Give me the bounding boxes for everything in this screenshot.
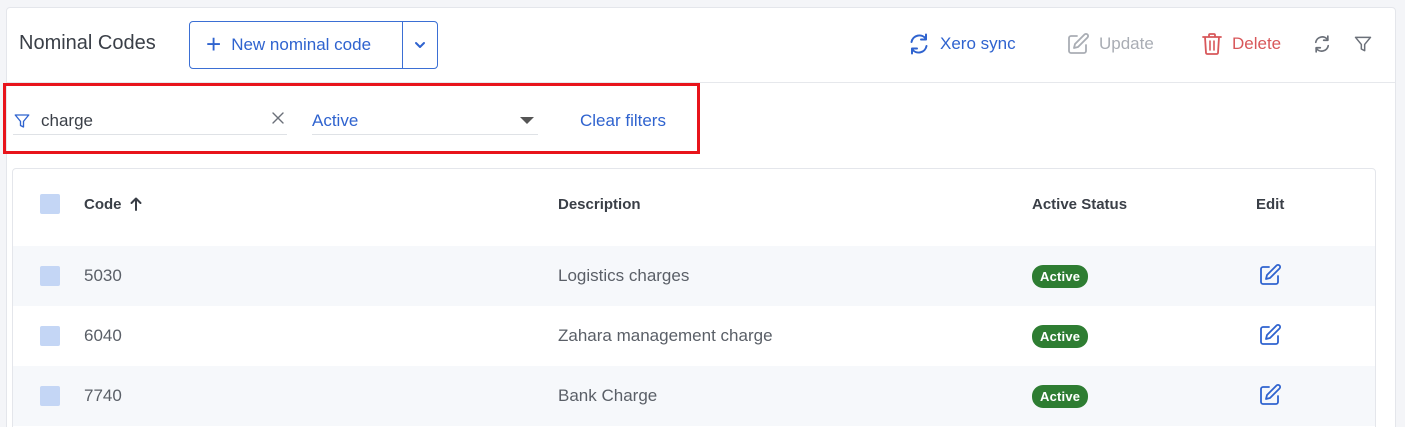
new-options-dropdown-button[interactable] [402, 22, 437, 68]
select-all-checkbox[interactable] [40, 194, 60, 214]
code-cell: 6040 [84, 326, 122, 345]
description-cell: Logistics charges [558, 266, 690, 285]
search-filter [13, 107, 287, 135]
column-header-edit: Edit [1256, 195, 1285, 213]
page-header: Nominal Codes + New nominal code Xero sy… [7, 8, 1395, 83]
edit-row-button[interactable] [1258, 383, 1282, 412]
new-nominal-code-split-button: + New nominal code [189, 21, 438, 69]
refresh-icon [1314, 35, 1330, 53]
nominal-codes-table: Code Description Active Status Edit 5030… [12, 168, 1376, 427]
status-badge-label: Active [1032, 264, 1089, 288]
status-badge: Active [1032, 264, 1089, 288]
chevron-down-icon [415, 42, 425, 48]
table-row[interactable]: 7740 Bank Charge Active [13, 366, 1375, 426]
clear-filters-link[interactable]: Clear filters [580, 111, 666, 131]
description-cell: Bank Charge [558, 386, 658, 405]
row-checkbox[interactable] [40, 386, 60, 406]
status-filter-select[interactable]: Active [312, 107, 538, 135]
status-badge-label: Active [1032, 384, 1089, 408]
row-checkbox[interactable] [40, 266, 60, 286]
code-cell: 7740 [84, 386, 122, 405]
description-cell: Zahara management charge [558, 326, 773, 345]
search-input[interactable] [41, 110, 261, 131]
sync-icon [910, 33, 928, 55]
update-label: Update [1099, 34, 1154, 53]
edit-icon [1260, 263, 1281, 285]
column-header-description[interactable]: Description [558, 196, 641, 213]
clear-search-button[interactable] [271, 111, 285, 130]
filter-icon [14, 113, 30, 128]
update-button[interactable]: Update [1066, 32, 1154, 56]
xero-sync-label: Xero sync [940, 34, 1016, 53]
table-header: Code Description Active Status Edit [13, 169, 1375, 239]
edit-row-button[interactable] [1258, 263, 1282, 292]
new-nominal-code-label: New nominal code [231, 35, 372, 54]
filter-icon [1354, 36, 1372, 52]
edit-icon [1068, 33, 1089, 54]
code-cell: 5030 [84, 266, 122, 285]
status-badge: Active [1032, 384, 1089, 408]
close-icon [272, 112, 284, 124]
caret-down-icon [520, 117, 534, 124]
trash-icon [1202, 33, 1222, 55]
page-title: Nominal Codes [19, 32, 156, 54]
arrow-up-icon [130, 197, 141, 211]
column-header-code-label: Code [84, 195, 122, 213]
table-row[interactable]: 5030 Logistics charges Active [13, 246, 1375, 306]
status-badge-label: Active [1032, 324, 1089, 348]
status-badge: Active [1032, 324, 1089, 348]
delete-button[interactable]: Delete [1201, 32, 1281, 56]
edit-icon [1260, 383, 1281, 405]
delete-label: Delete [1232, 34, 1282, 53]
xero-sync-button[interactable]: Xero sync [907, 32, 1016, 56]
edit-row-button[interactable] [1258, 323, 1282, 352]
row-checkbox[interactable] [40, 326, 60, 346]
refresh-button[interactable] [1312, 34, 1332, 59]
new-nominal-code-button[interactable]: + New nominal code [190, 22, 402, 68]
plus-icon: + [206, 29, 222, 59]
toggle-filters-button[interactable] [1353, 34, 1373, 59]
column-header-code[interactable]: Code [84, 196, 142, 213]
status-filter-value: Active [312, 110, 359, 130]
table-row[interactable]: 6040 Zahara management charge Active [13, 306, 1375, 366]
edit-icon [1260, 323, 1281, 345]
column-header-active-status[interactable]: Active Status [1032, 196, 1127, 213]
